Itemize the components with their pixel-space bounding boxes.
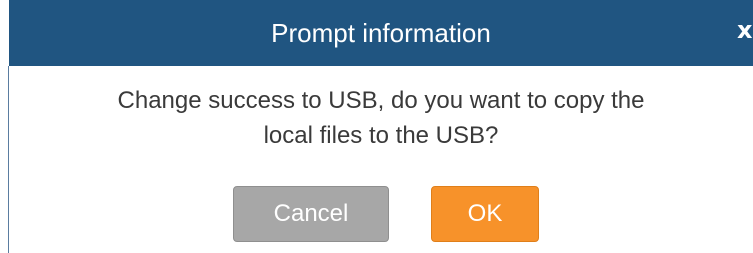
message-line-1: Change success to USB, do you want to co… — [117, 87, 645, 114]
cancel-button[interactable]: Cancel — [233, 186, 389, 242]
dialog-title: Prompt information — [271, 17, 491, 48]
prompt-dialog: Prompt information x Change success to U… — [0, 0, 753, 253]
ok-button[interactable]: OK — [431, 186, 539, 242]
message-line-2: local files to the USB? — [263, 122, 499, 149]
dialog-message: Change success to USB, do you want to co… — [9, 83, 753, 153]
dialog-titlebar: Prompt information x — [9, 0, 753, 66]
close-icon[interactable]: x — [737, 14, 753, 46]
